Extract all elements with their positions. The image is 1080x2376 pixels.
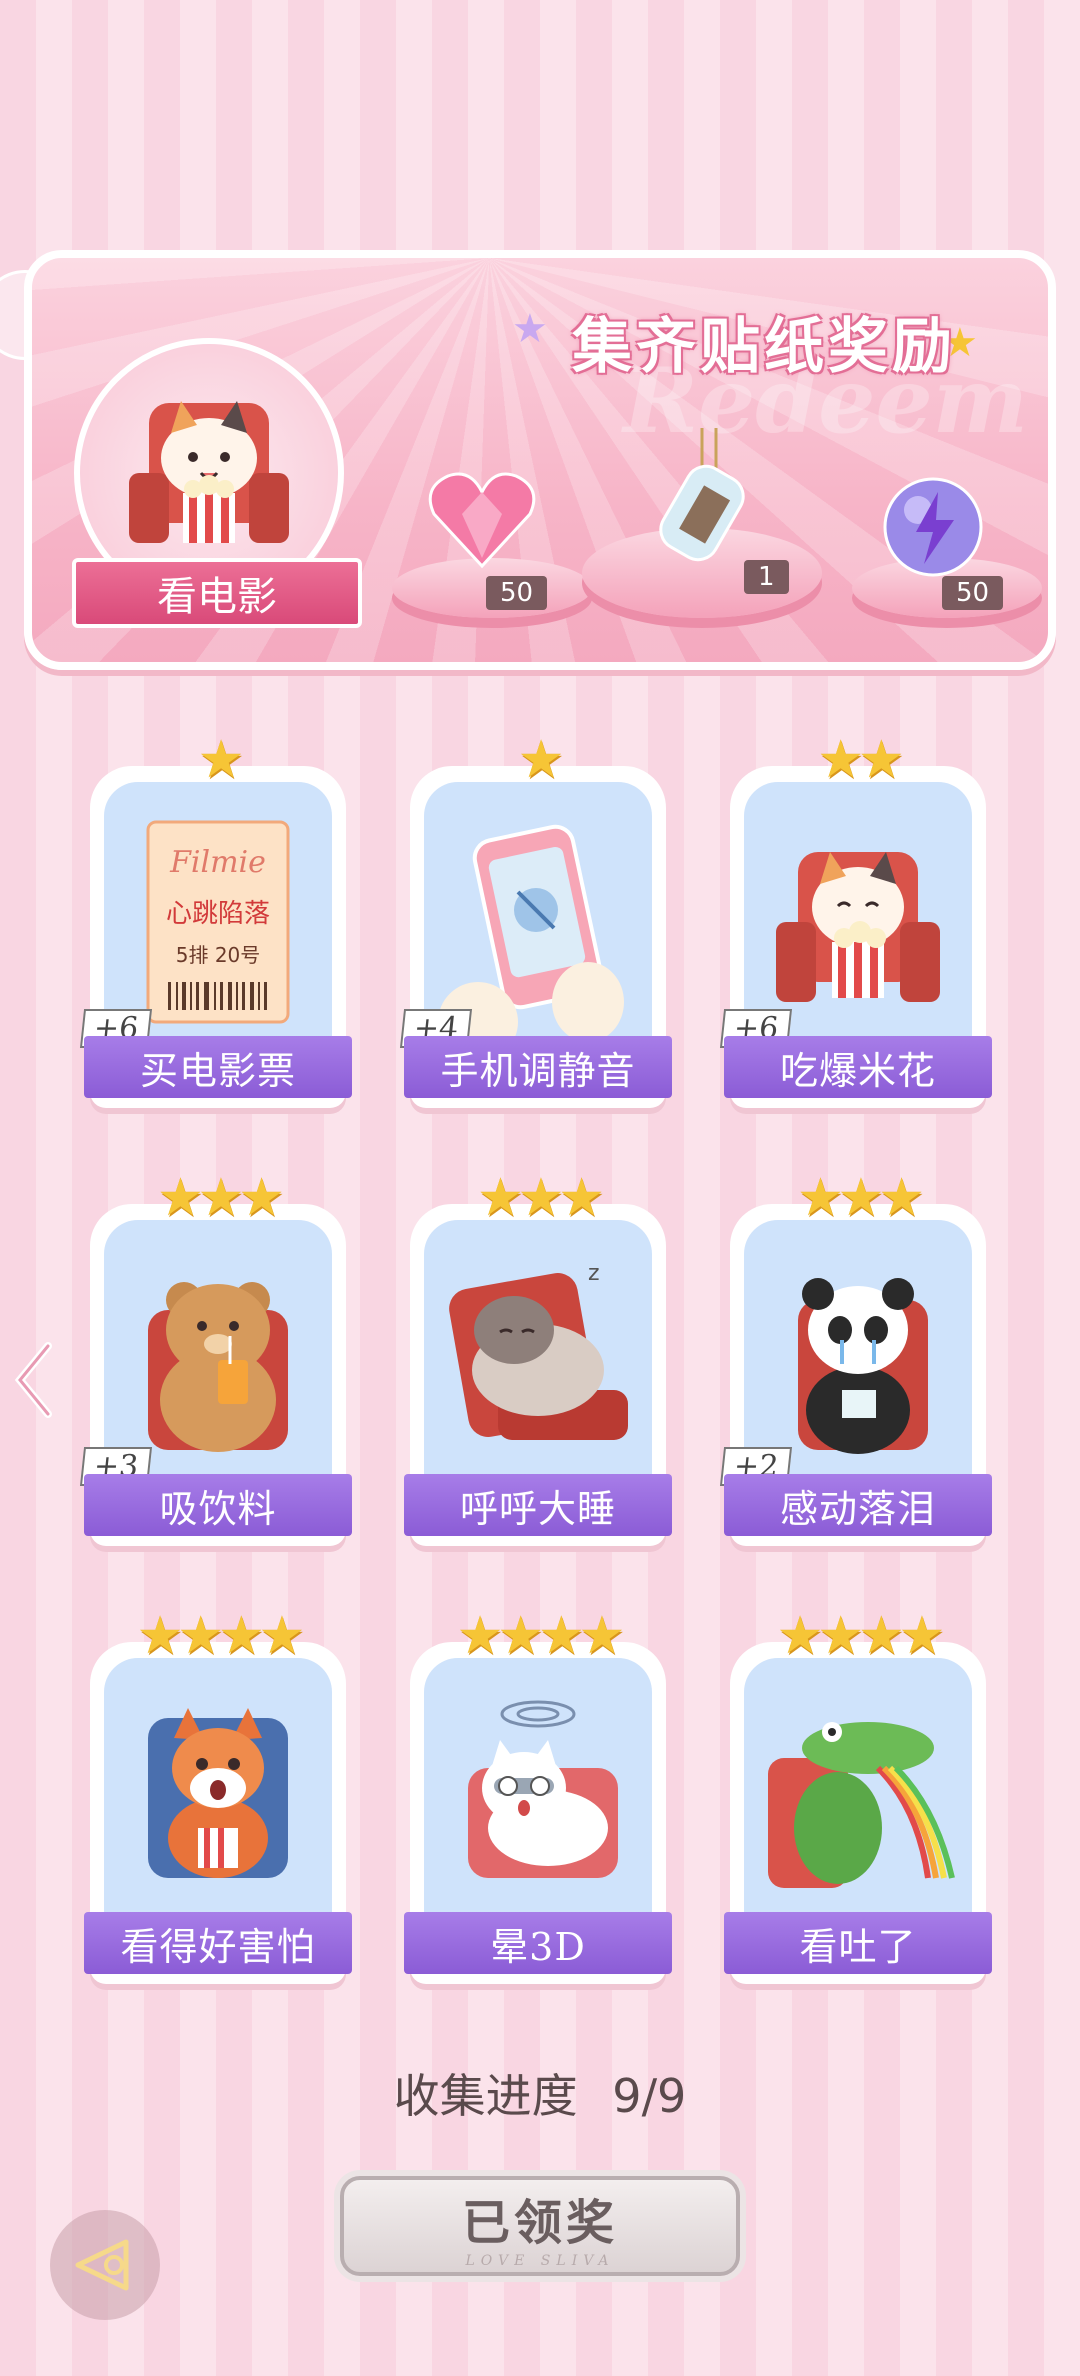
muted-phone-icon [438, 824, 624, 1042]
sticker-card[interactable]: Filmie 心跳陷落 5排 20号 ★ +6 买电影票 [79, 730, 352, 1112]
sticker-card[interactable]: z ★★★ 呼呼大睡 [404, 1168, 672, 1550]
card-stars: ★★★ [797, 1168, 925, 1228]
reward-count: 1 [744, 560, 789, 594]
back-arrow-icon [75, 2239, 129, 2291]
progress-value: 9/9 [612, 2069, 687, 2123]
sticker-card[interactable]: ★★★ +2 感动落泪 [719, 1168, 992, 1550]
banner-title: 集齐贴纸奖励 [572, 312, 956, 382]
card-label: 看得好害怕 [84, 1912, 352, 1974]
sticker-card[interactable]: ★★★ +3 吸饮料 [79, 1168, 352, 1550]
back-button[interactable] [50, 2210, 160, 2320]
sticker-card[interactable]: ★★★★ 晕3D [404, 1606, 672, 1988]
card-art [104, 1658, 332, 1938]
theme-ribbon: 看电影 [72, 558, 362, 628]
sticker-card[interactable]: ★★★★ 看吐了 [724, 1606, 992, 1988]
svg-text:z: z [588, 1261, 600, 1286]
chevron-left-icon [14, 1342, 52, 1418]
reward-count: 50 [942, 576, 1004, 610]
claimed-button-subtitle: LOVE SLIVA [465, 2253, 615, 2269]
ticket-seat: 5排 20号 [176, 943, 261, 967]
card-label: 感动落泪 [724, 1474, 992, 1536]
ticket-brand: Filmie [169, 845, 266, 880]
card-label: 看吐了 [724, 1912, 992, 1974]
cat-popcorn-icon [776, 852, 940, 1002]
dizzy-cat-icon [468, 1700, 618, 1878]
purple-star-icon: ★ [512, 306, 548, 352]
previous-page-arrow[interactable] [14, 1340, 54, 1420]
card-label: 呼呼大睡 [404, 1474, 672, 1536]
ticket-title: 心跳陷落 [166, 899, 270, 929]
card-art [424, 1658, 652, 1938]
card-label: 手机调静音 [404, 1036, 672, 1098]
collection-progress: 收集进度 9/9 [0, 2060, 1080, 2126]
card-stars: ★★★★ [136, 1606, 305, 1666]
sticker-card[interactable]: ★★ +6 吃爆米花 [719, 730, 992, 1112]
movie-ticket-icon: Filmie 心跳陷落 5排 20号 [146, 820, 290, 1024]
claimed-button-label: 已领奖 [461, 2195, 618, 2251]
bear-drink-icon [148, 1282, 288, 1452]
reward-count: 50 [486, 576, 548, 610]
claimed-button[interactable]: 已领奖 LOVE SLIVA [340, 2176, 740, 2276]
card-stars: ★★ [817, 730, 904, 790]
crying-panda-icon [798, 1278, 928, 1454]
card-stars: ★★★★ [776, 1606, 945, 1666]
card-art [744, 1658, 972, 1938]
card-stars: ★ [197, 730, 245, 790]
reward-banner: Redeem ★ ★ 集齐贴纸奖励 看电影 50 1 50 [24, 250, 1056, 670]
energy-orb-icon[interactable] [878, 472, 988, 582]
scared-fox-icon [148, 1708, 288, 1878]
card-label: 买电影票 [84, 1036, 352, 1098]
card-label: 吃爆米花 [724, 1036, 992, 1098]
sticker-card[interactable]: ★ +4 手机调静音 [399, 730, 672, 1112]
card-label: 吸饮料 [84, 1474, 352, 1536]
heart-gem-icon[interactable] [422, 458, 542, 578]
card-art: z [424, 1220, 652, 1500]
card-stars: ★★★ [157, 1168, 285, 1228]
sleeping-hamster-icon: z [449, 1261, 628, 1440]
progress-label: 收集进度 [393, 2069, 578, 2123]
card-label: 晕3D [404, 1912, 672, 1974]
card-stars: ★ [517, 730, 565, 790]
card-stars: ★★★★ [456, 1606, 625, 1666]
message-bottle-icon[interactable] [642, 428, 772, 578]
cat-seat-icon [129, 401, 289, 543]
sticker-card[interactable]: ★★★★ 看得好害怕 [84, 1606, 352, 1988]
card-stars: ★★★ [477, 1168, 605, 1228]
rainbow-crocodile-icon [768, 1722, 955, 1888]
